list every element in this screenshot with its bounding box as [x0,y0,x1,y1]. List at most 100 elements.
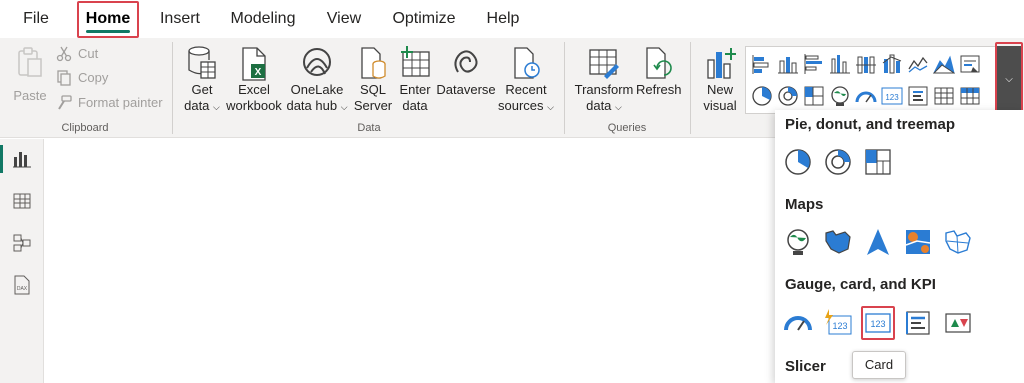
stacked-column-chart-icon[interactable] [777,53,799,75]
arcgis-map-icon[interactable] [903,227,933,257]
gauge-icon[interactable] [783,308,813,338]
separator [690,42,691,134]
new-visual-label-1: New [706,82,733,97]
paste-button[interactable]: Paste [10,46,50,104]
chevron-down-icon: ⌵ [340,102,348,112]
recent-label-1: Recent [505,82,547,97]
cut-button[interactable]: Cut [56,44,98,64]
card-icon[interactable]: 123 [863,308,893,338]
menu-bar: File Home Insert Modeling View Optimize … [0,0,1024,38]
dataverse-icon [454,50,478,73]
new-visual-button[interactable]: New visual [698,46,742,114]
line-chart-icon[interactable] [907,53,929,75]
enter-data-button[interactable]: Enter data [396,46,434,114]
report-view-button[interactable] [0,139,44,179]
sql-server-button[interactable]: SQL Server [350,46,396,114]
card-tooltip: Card [852,351,906,379]
tab-insert[interactable]: Insert [152,0,208,38]
paste-icon [18,47,42,77]
multi-row-card-icon[interactable] [907,85,929,107]
tab-home-label: Home [85,10,131,27]
stacked-bar-chart-icon[interactable] [751,53,773,75]
section-slicer: Slicer [785,358,826,375]
donut-chart-icon[interactable] [823,147,853,177]
section-pie-donut-treemap: Pie, donut, and treemap [785,116,956,133]
map-icon[interactable] [829,85,851,107]
new-card-icon[interactable]: 123 [823,308,853,338]
model-view-icon [13,234,31,252]
tab-home[interactable]: Home [78,0,138,38]
cut-label: Cut [78,46,99,61]
excel-icon: X [242,47,266,81]
expand-visuals-button[interactable]: ⌵ [997,46,1021,114]
report-canvas[interactable] [45,139,775,383]
svg-text:123: 123 [870,319,885,329]
treemap-icon[interactable] [863,147,893,177]
tab-file[interactable]: File [14,0,58,38]
section-gauge-card-kpi: Gauge, card, and KPI [785,276,936,293]
chevron-down-icon: ⌵ [1005,74,1013,85]
shape-map-icon[interactable] [943,227,973,257]
filled-map-icon[interactable] [823,227,853,257]
onelake-label-2: data hub [286,98,338,113]
100-percent-column-chart-icon[interactable] [881,53,903,75]
svg-text:123: 123 [832,321,847,331]
treemap-icon[interactable] [803,85,825,107]
multi-row-card-icon[interactable] [903,308,933,338]
visuals-dropdown-panel: Pie, donut, and treemap Maps Gauge, card… [775,110,1024,383]
clustered-bar-chart-icon[interactable] [803,53,825,75]
stacked-area-chart-icon[interactable] [959,53,981,75]
enter-data-table-icon [401,46,430,77]
enter-data-label-2: data [402,98,428,113]
chevron-down-icon: ⌵ [213,102,220,112]
get-data-button[interactable]: Get data ⌵ [180,46,224,115]
refresh-button[interactable]: Refresh [636,46,682,98]
clipboard-group-label: Clipboard [61,122,109,134]
get-data-label-1: Get [191,82,213,97]
pie-chart-icon[interactable] [783,147,813,177]
sql-label-2: Server [353,98,393,113]
recent-sources-button[interactable]: Recent sources ⌵ [498,46,554,115]
new-visual-icon [707,48,736,79]
visuals-gallery: 123 [745,46,997,114]
onelake-label-1: OneLake [290,82,344,97]
copy-button[interactable]: Copy [56,68,108,88]
table-icon[interactable] [933,85,955,107]
pie-chart-icon[interactable] [751,85,773,107]
azure-map-icon[interactable] [863,227,893,257]
section-maps: Maps [785,196,824,213]
dataverse-button[interactable]: Dataverse [434,46,498,98]
matrix-icon[interactable] [959,85,981,107]
enter-data-label-1: Enter [399,82,431,97]
sql-server-icon [361,47,386,79]
kpi-icon[interactable] [943,308,973,338]
table-view-button[interactable] [0,181,44,221]
model-view-button[interactable] [0,223,44,263]
onelake-data-hub-button[interactable]: OneLake data hub ⌵ [284,46,350,115]
tab-modeling[interactable]: Modeling [222,0,304,38]
tab-optimize[interactable]: Optimize [384,0,464,38]
donut-chart-icon[interactable] [777,85,799,107]
dax-query-view-button[interactable]: DAX [0,265,44,305]
map-icon[interactable] [783,227,813,257]
transform-data-button[interactable]: Transform data ⌵ [572,46,636,115]
refresh-icon [646,47,672,79]
tab-help[interactable]: Help [478,0,528,38]
scissors-icon [56,46,72,62]
format-painter-button[interactable]: Format painter [56,93,163,113]
copy-icon [57,70,71,86]
area-chart-icon[interactable] [933,53,955,75]
queries-group-label: Queries [607,122,647,134]
transform-label-2: data [586,98,612,113]
card-icon[interactable]: 123 [881,85,903,107]
sql-label-1: SQL [359,82,386,97]
svg-text:DAX: DAX [17,286,28,292]
excel-workbook-button[interactable]: X Excel workbook [224,46,284,114]
copy-label: Copy [78,70,109,85]
gauge-icon[interactable] [855,85,877,107]
tab-view[interactable]: View [318,0,370,38]
100-percent-bar-chart-icon[interactable] [855,53,877,75]
svg-text:X: X [255,67,262,78]
separator [172,42,173,134]
clustered-column-chart-icon[interactable] [829,53,851,75]
